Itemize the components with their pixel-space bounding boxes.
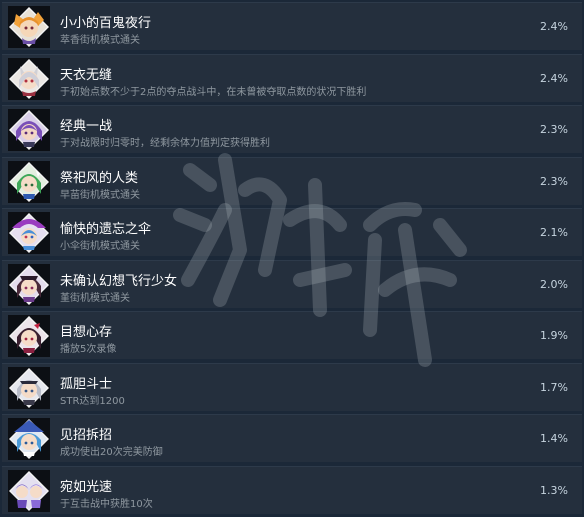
achievement-description: 于对战限时归零时，经剩余体力值判定获得胜利 (60, 138, 270, 149)
achievement-title: 见招拆招 (60, 428, 113, 443)
achievement-percent: 1.9% (540, 329, 568, 342)
achievement-title: 天衣无缝 (60, 68, 113, 83)
character-portrait-icon (8, 264, 50, 306)
achievement-percent: 2.4% (540, 72, 568, 85)
achievement-description: 萃香街机模式通关 (60, 35, 140, 46)
achievement-percent: 2.3% (540, 175, 568, 188)
achievement-description: 早苗街机模式通关 (60, 190, 140, 201)
achievement-description: 小伞街机模式通关 (60, 241, 140, 252)
achievement-row[interactable]: 见招拆招 成功使出20次完美防御 1.4% (2, 414, 582, 462)
achievement-description: STR达到1200 (60, 396, 125, 407)
character-portrait-icon (8, 418, 50, 460)
achievement-title: 愉快的遗忘之伞 (60, 222, 152, 237)
achievement-title: 小小的百鬼夜行 (60, 16, 152, 31)
achievement-title: 孤胆斗士 (60, 377, 113, 392)
achievement-description: 成功使出20次完美防御 (60, 447, 163, 458)
achievement-row[interactable]: 宛如光速 于互击战中获胜10次 1.3% (2, 466, 582, 514)
achievement-row[interactable]: 未确认幻想飞行少女 堇街机模式通关 2.0% (2, 260, 582, 308)
character-portrait-icon (8, 161, 50, 203)
character-portrait-icon (8, 212, 50, 254)
character-portrait-icon (8, 6, 50, 48)
character-portrait-icon (8, 58, 50, 100)
achievement-percent: 1.3% (540, 484, 568, 497)
achievement-list: 小小的百鬼夜行 萃香街机模式通关 2.4% 天衣无缝 于初始点数不少于2点的夺点… (0, 0, 584, 517)
achievement-description: 播放5次录像 (60, 344, 117, 355)
achievement-title: 目想心存 (60, 325, 113, 340)
achievement-title: 祭祀风的人类 (60, 171, 139, 186)
character-portrait-icon (8, 367, 50, 409)
achievement-percent: 1.7% (540, 381, 568, 394)
achievement-description: 于初始点数不少于2点的夺点战斗中，在未曾被夺取点数的状况下胜利 (60, 87, 367, 98)
achievement-percent: 2.4% (540, 20, 568, 33)
character-portrait-icon (8, 109, 50, 151)
achievement-row[interactable]: 目想心存 播放5次录像 1.9% (2, 311, 582, 359)
achievement-title: 宛如光速 (60, 480, 113, 495)
achievement-row[interactable]: 祭祀风的人类 早苗街机模式通关 2.3% (2, 157, 582, 205)
achievement-percent: 2.3% (540, 123, 568, 136)
achievement-percent: 1.4% (540, 432, 568, 445)
achievement-title: 经典一战 (60, 119, 113, 134)
achievement-row[interactable]: 愉快的遗忘之伞 小伞街机模式通关 2.1% (2, 208, 582, 256)
achievement-row[interactable]: 小小的百鬼夜行 萃香街机模式通关 2.4% (2, 2, 582, 50)
achievement-percent: 2.0% (540, 278, 568, 291)
achievement-percent: 2.1% (540, 226, 568, 239)
achievement-row[interactable]: 孤胆斗士 STR达到1200 1.7% (2, 363, 582, 411)
achievement-title: 未确认幻想飞行少女 (60, 274, 178, 289)
achievement-row[interactable]: 经典一战 于对战限时归零时，经剩余体力值判定获得胜利 2.3% (2, 105, 582, 153)
achievement-description: 堇街机模式通关 (60, 293, 130, 304)
achievement-description: 于互击战中获胜10次 (60, 499, 153, 510)
achievement-row[interactable]: 天衣无缝 于初始点数不少于2点的夺点战斗中，在未曾被夺取点数的状况下胜利 2.4… (2, 54, 582, 102)
character-portrait-icon (8, 470, 50, 512)
character-portrait-icon (8, 315, 50, 357)
